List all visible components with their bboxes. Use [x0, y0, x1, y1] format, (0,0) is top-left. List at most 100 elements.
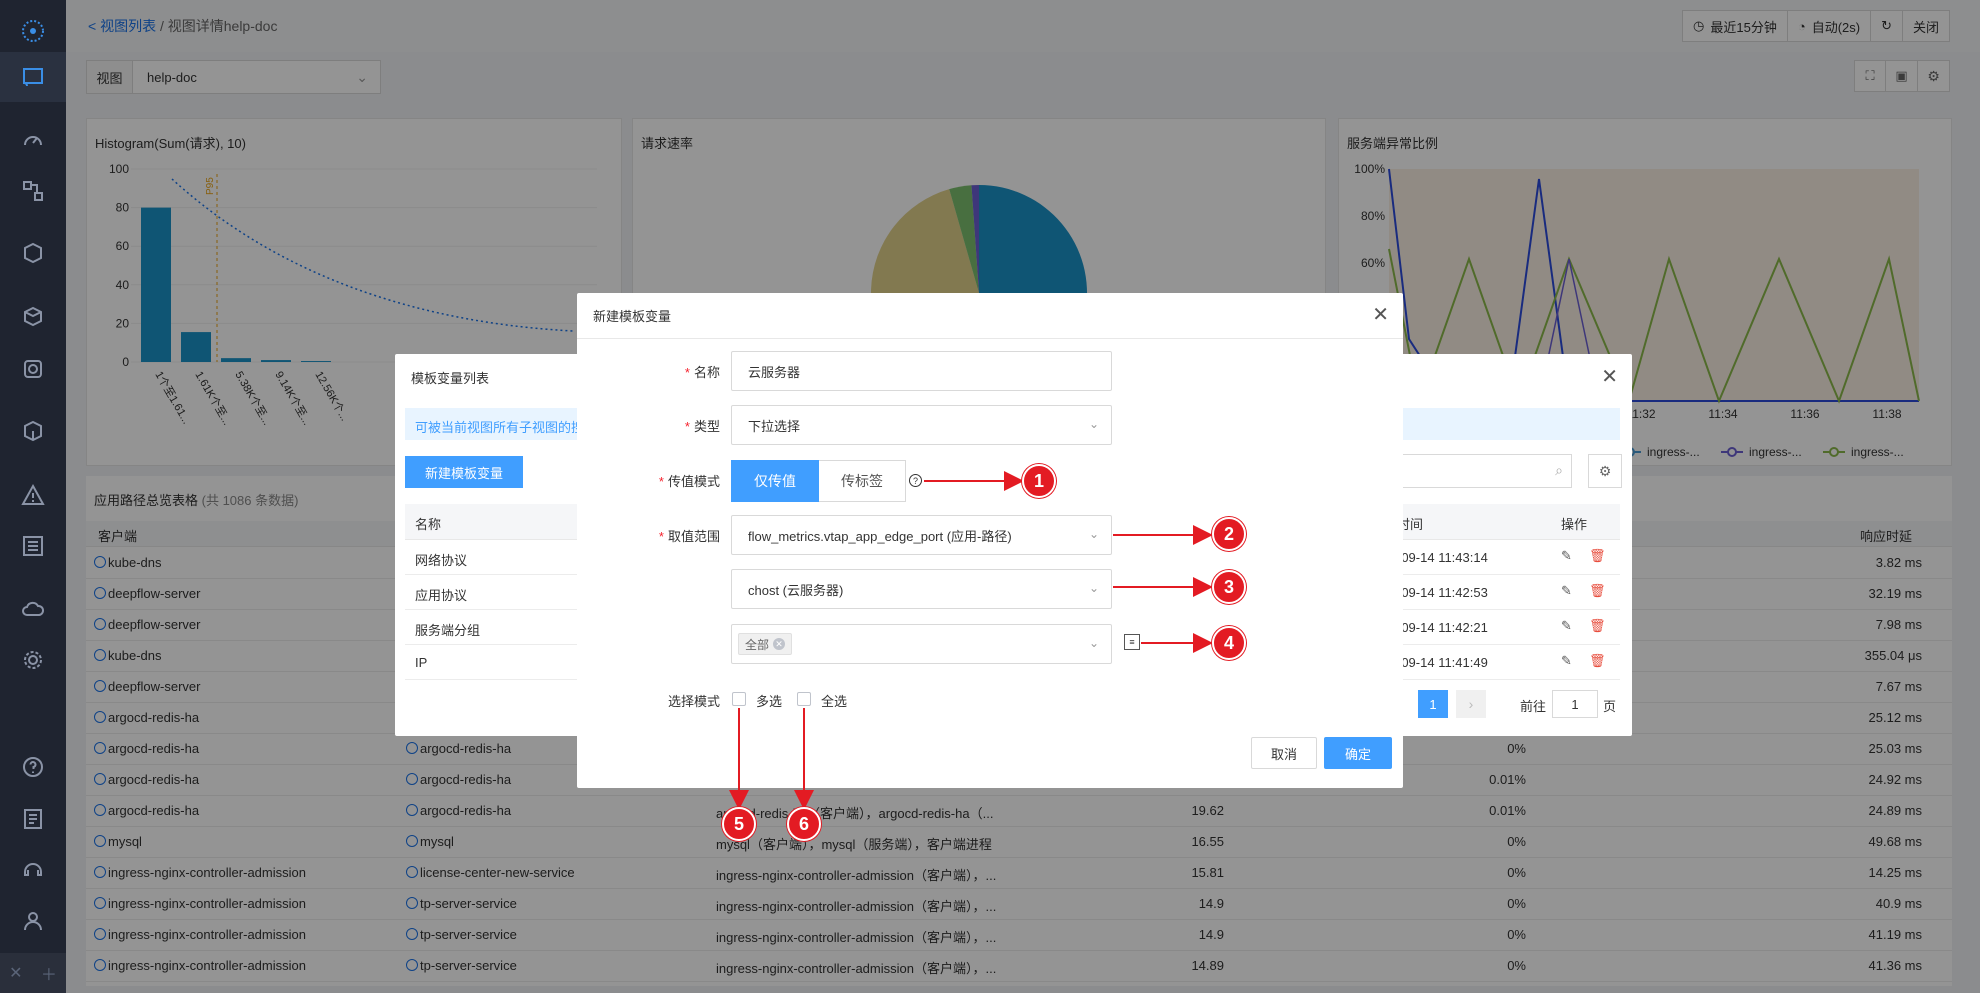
chevron-down-icon: ⌄ — [1088, 636, 1099, 650]
sidebar-item-resources[interactable] — [0, 228, 66, 278]
sidebar-item-docs[interactable] — [0, 794, 66, 844]
delete-icon[interactable]: 🗑 — [1589, 583, 1606, 599]
sidebar-item-services[interactable] — [0, 291, 66, 341]
type-label: * 类型 — [684, 419, 720, 434]
topology-icon — [23, 181, 43, 201]
new-variable-dialog: 新建模板变量 ✕ * 名称 云服务器 * 类型 下拉选择 ⌄ * 传值模式 仅传值 传标… — [577, 293, 1403, 788]
dialog-close-icon[interactable]: ✕ — [1372, 305, 1389, 325]
cube-icon — [24, 242, 42, 264]
list-icon — [23, 536, 43, 556]
variable-list-title: 模板变量列表 — [411, 371, 490, 386]
callout-6: 6 — [787, 807, 821, 841]
cancel-button[interactable]: 取消 — [1251, 737, 1317, 769]
variable-time: -09-14 11:42:21 — [1397, 620, 1488, 635]
next-page-button[interactable]: › — [1456, 690, 1486, 718]
select-all-checkbox[interactable] — [797, 692, 811, 706]
dialog-title: 新建模板变量 — [593, 309, 672, 324]
col-ops: 操作 — [1561, 517, 1588, 532]
delete-icon[interactable]: 🗑 — [1589, 618, 1606, 634]
range-all-tag-label: 全部 — [745, 637, 770, 652]
callout-5: 5 — [722, 807, 756, 841]
user-icon — [24, 912, 42, 931]
sidebar-item-alerts[interactable] — [0, 470, 66, 520]
range-label: * 取值范围 — [658, 529, 720, 544]
edit-icon[interactable]: ✎ — [1561, 548, 1572, 564]
callout-1: 1 — [1022, 464, 1056, 498]
range-all-tag: 全部 ✕ — [738, 633, 793, 655]
mode-label: * 传值模式 — [658, 474, 720, 489]
sidebar-item-user[interactable] — [0, 896, 66, 946]
delete-icon[interactable]: 🗑 — [1589, 653, 1606, 669]
tag-remove-icon[interactable]: ✕ — [773, 638, 786, 650]
mode-value-only-button[interactable]: 仅传值 — [731, 460, 819, 502]
help-icon[interactable]: ? — [909, 474, 922, 487]
range-table-value: flow_metrics.vtap_app_edge_port (应用-路径) — [748, 528, 1012, 544]
package-icon — [24, 420, 42, 442]
variable-time: -09-14 11:43:14 — [1397, 550, 1488, 565]
goto-page-input[interactable]: 1 — [1552, 690, 1598, 718]
confirm-button[interactable]: 确定 — [1324, 737, 1392, 769]
variable-search-input[interactable]: ⌕ — [1392, 454, 1572, 488]
sidebar-item-logs[interactable] — [0, 521, 66, 571]
chevron-down-icon: ⌄ — [1088, 417, 1099, 431]
variable-name: IP — [415, 655, 428, 670]
cloud-icon — [22, 601, 45, 616]
multi-select-checkbox[interactable] — [732, 692, 746, 706]
add-icon[interactable]: ＋ — [41, 961, 57, 985]
page-1-button[interactable]: 1 — [1418, 690, 1448, 718]
callout-4: 4 — [1212, 626, 1246, 660]
new-variable-button[interactable]: 新建模板变量 — [405, 456, 523, 488]
range-tag-select[interactable]: chost (云服务器) ⌄ — [731, 569, 1112, 609]
name-input[interactable]: 云服务器 — [731, 351, 1112, 391]
page-suffix: 页 — [1603, 699, 1617, 714]
mode-toggle: 仅传值 传标签 — [731, 460, 906, 502]
callout-3: 3 — [1212, 570, 1246, 604]
gear-icon: ⚙ — [1598, 462, 1612, 479]
logo-icon — [22, 20, 44, 42]
warning-icon — [21, 483, 45, 505]
sidebar-item-network[interactable] — [0, 344, 66, 394]
sidebar-item-topology[interactable] — [0, 166, 66, 216]
sidebar-footer: ✕ ＋ — [0, 953, 66, 993]
variable-time: -09-14 11:41:49 — [1397, 655, 1488, 670]
mode-tag-button[interactable]: 传标签 — [819, 460, 906, 502]
sidebar-item-help[interactable] — [0, 742, 66, 792]
type-select-value: 下拉选择 — [748, 418, 801, 434]
gear-icon — [24, 651, 42, 669]
chevron-down-icon: ⌄ — [1088, 581, 1099, 595]
variable-time: -09-14 11:42:53 — [1397, 585, 1488, 600]
variable-name: 应用协议 — [415, 588, 468, 603]
sidebar-item-views[interactable] — [0, 52, 66, 102]
sidebar-item-settings[interactable] — [0, 635, 66, 685]
type-select[interactable]: 下拉选择 ⌄ — [731, 405, 1112, 445]
edit-icon[interactable]: ✎ — [1561, 653, 1572, 669]
screen-cast-icon — [23, 68, 43, 87]
help-icon — [23, 757, 43, 777]
edit-icon[interactable]: ✎ — [1561, 583, 1572, 599]
variable-settings-button[interactable]: ⚙ — [1588, 454, 1622, 488]
range-tag-value: chost (云服务器) — [748, 582, 844, 598]
variable-name: 服务端分组 — [415, 623, 481, 638]
document-icon — [24, 809, 42, 829]
sidebar-item-apps[interactable] — [0, 406, 66, 456]
sidebar-item-dashboard[interactable] — [0, 115, 66, 165]
search-icon: ⌕ — [1555, 462, 1563, 478]
sidebar-item-support[interactable] — [0, 845, 66, 895]
list-edit-icon[interactable]: ≡ — [1124, 634, 1140, 650]
collapse-icon[interactable]: ✕ — [9, 963, 22, 983]
variable-name: 网络协议 — [415, 553, 468, 568]
col-name[interactable]: 名称 — [415, 514, 441, 533]
multi-select-label: 多选 — [756, 694, 783, 709]
range-table-select[interactable]: flow_metrics.vtap_app_edge_port (应用-路径) ⌄ — [731, 515, 1112, 555]
delete-icon[interactable]: 🗑 — [1589, 548, 1606, 564]
sidebar: ✕ ＋ — [0, 0, 66, 993]
callout-2: 2 — [1212, 517, 1246, 551]
name-label: * 名称 — [684, 365, 720, 380]
edit-icon[interactable]: ✎ — [1561, 618, 1572, 634]
range-values-select[interactable]: 全部 ✕ ⌄ — [731, 624, 1112, 664]
goto-label: 前往 — [1520, 699, 1547, 714]
variable-list-close-icon[interactable]: ✕ — [1601, 364, 1618, 389]
sidebar-item-cloud[interactable] — [0, 584, 66, 634]
chevron-right-icon: › — [1468, 696, 1474, 712]
box-icon — [24, 306, 42, 327]
